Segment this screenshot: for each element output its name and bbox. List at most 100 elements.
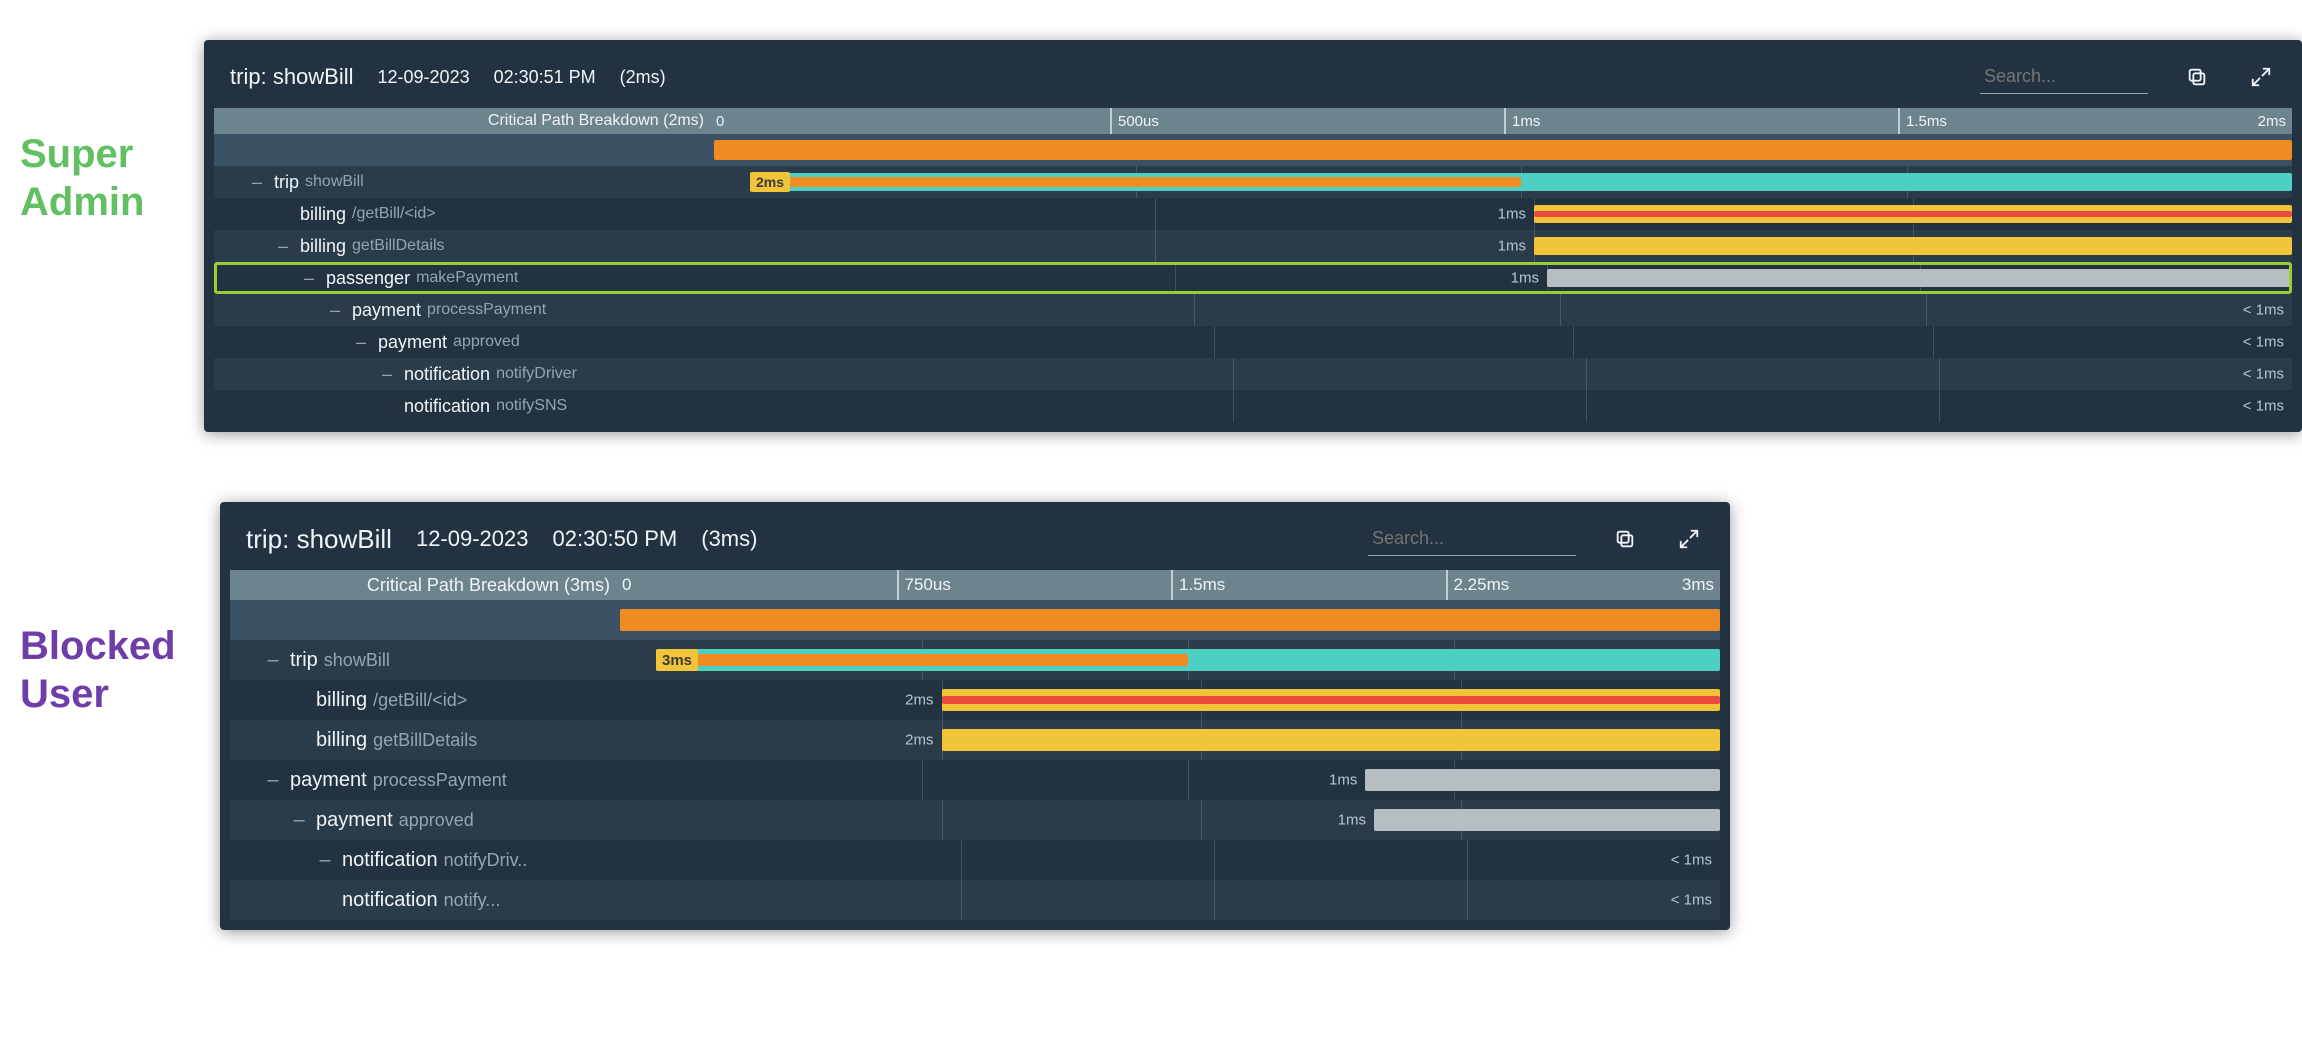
operation-name: /getBill/<id> bbox=[352, 205, 436, 223]
trace-title: trip: showBill bbox=[230, 64, 354, 90]
collapse-toggle[interactable]: – bbox=[380, 364, 394, 385]
duration-label: < 1ms bbox=[2243, 334, 2284, 351]
collapse-toggle[interactable]: – bbox=[354, 332, 368, 353]
expand-button[interactable] bbox=[2246, 62, 2276, 92]
span-bar bbox=[942, 729, 1721, 751]
span-bar-overlay bbox=[942, 696, 1721, 704]
axis-tick: 1.5ms bbox=[1898, 108, 1947, 134]
axis-label: Critical Path Breakdown (2ms) bbox=[214, 108, 716, 134]
span-row[interactable]: notificationnotify...< 1ms bbox=[230, 880, 1720, 920]
collapse-toggle[interactable]: – bbox=[266, 649, 280, 672]
trace-toolbar: trip: showBill 12-09-2023 02:30:50 PM (3… bbox=[230, 512, 1720, 570]
operation-name: processPayment bbox=[427, 301, 546, 319]
axis-ticks: 0500us1ms1.5ms2ms bbox=[716, 108, 2292, 134]
role-label-super-admin: Super Admin bbox=[0, 40, 204, 226]
operation-name: notifyDriv.. bbox=[444, 850, 528, 871]
search-input[interactable] bbox=[1980, 60, 2148, 94]
service-name: payment bbox=[290, 769, 367, 792]
time-axis: Critical Path Breakdown (3ms) 0750us1.5m… bbox=[230, 570, 1720, 600]
span-bar-overlay bbox=[656, 654, 1188, 666]
copy-button[interactable] bbox=[2182, 62, 2212, 92]
operation-name: makePayment bbox=[416, 269, 518, 287]
span-track: 1ms bbox=[776, 198, 2292, 230]
span-label[interactable]: notificationnotify... bbox=[230, 880, 708, 920]
service-name: trip bbox=[274, 172, 299, 193]
span-label[interactable]: –paymentapproved bbox=[214, 326, 854, 358]
collapse-toggle[interactable]: – bbox=[318, 849, 332, 872]
collapse-toggle[interactable]: – bbox=[292, 809, 306, 832]
critical-path-bar bbox=[214, 134, 2292, 166]
duration-label: 1ms bbox=[1511, 270, 1539, 287]
span-row[interactable]: –paymentprocessPayment< 1ms bbox=[214, 294, 2292, 326]
span-row[interactable]: –notificationnotifyDriver< 1ms bbox=[214, 358, 2292, 390]
span-row[interactable]: –paymentapproved1ms bbox=[230, 800, 1720, 840]
span-label[interactable]: notificationnotifySNS bbox=[214, 390, 880, 422]
axis-tick: 500us bbox=[1110, 108, 1159, 134]
collapse-toggle[interactable]: – bbox=[276, 236, 290, 257]
span-label[interactable]: –paymentprocessPayment bbox=[230, 760, 656, 800]
span-track: 3ms bbox=[656, 640, 1720, 680]
span-label[interactable]: –notification notifyDriv.. bbox=[230, 840, 708, 880]
critical-path-span bbox=[714, 140, 2292, 160]
span-bar bbox=[1547, 269, 2292, 287]
copy-button[interactable] bbox=[1610, 524, 1640, 554]
span-track: 1ms bbox=[656, 760, 1720, 800]
span-row[interactable]: –tripshowBill2ms bbox=[214, 166, 2292, 198]
service-name: billing bbox=[316, 729, 367, 752]
span-track: 2ms bbox=[682, 680, 1720, 720]
service-name: notification bbox=[404, 364, 490, 385]
span-label[interactable]: –passenger makePayment bbox=[214, 262, 802, 294]
span-row[interactable]: billing/getBill/<id>2ms bbox=[230, 680, 1720, 720]
span-label[interactable]: –notificationnotifyDriver bbox=[214, 358, 880, 390]
trace-panel-blocked-user: trip: showBill 12-09-2023 02:30:50 PM (3… bbox=[220, 502, 1730, 930]
span-row[interactable]: billing getBillDetails 2ms bbox=[230, 720, 1720, 760]
span-track: 2ms bbox=[682, 720, 1720, 760]
duration-label: 2ms bbox=[905, 732, 933, 749]
span-label[interactable]: billing getBillDetails bbox=[230, 720, 682, 760]
expand-button[interactable] bbox=[1674, 524, 1704, 554]
axis-tick: 0 bbox=[716, 108, 724, 134]
span-row[interactable]: notificationnotifySNS< 1ms bbox=[214, 390, 2292, 422]
span-label[interactable]: –paymentapproved bbox=[230, 800, 682, 840]
time-axis: Critical Path Breakdown (2ms) 0500us1ms1… bbox=[214, 108, 2292, 134]
span-label[interactable]: billing/getBill/<id> bbox=[214, 198, 776, 230]
span-track: < 1ms bbox=[880, 358, 2292, 390]
trace-total-duration: (2ms) bbox=[620, 67, 666, 88]
collapse-toggle[interactable]: – bbox=[302, 268, 316, 289]
axis-ticks: 0750us1.5ms2.25ms3ms bbox=[622, 570, 1720, 600]
span-row[interactable]: –notificationnotifyDriv..< 1ms bbox=[230, 840, 1720, 880]
trace-time: 02:30:50 PM bbox=[553, 526, 678, 552]
span-row[interactable]: billing/getBill/<id>1ms bbox=[214, 198, 2292, 230]
span-row[interactable]: –paymentapproved < 1ms bbox=[214, 326, 2292, 358]
collapse-toggle[interactable]: – bbox=[266, 769, 280, 792]
span-label[interactable]: –billinggetBillDetails bbox=[214, 230, 776, 262]
operation-name: getBillDetails bbox=[352, 237, 444, 255]
span-label[interactable]: billing/getBill/<id> bbox=[230, 680, 682, 720]
service-name: trip bbox=[290, 649, 318, 672]
span-track: < 1ms bbox=[854, 326, 2292, 358]
span-track: < 1ms bbox=[708, 880, 1720, 920]
span-row[interactable]: –billinggetBillDetails1ms bbox=[214, 230, 2292, 262]
span-row[interactable]: –tripshowBill3ms bbox=[230, 640, 1720, 680]
operation-name: getBillDetails bbox=[373, 730, 477, 751]
span-track: 1ms bbox=[682, 800, 1720, 840]
trace-title: trip: showBill bbox=[246, 524, 392, 555]
collapse-toggle[interactable]: – bbox=[328, 300, 342, 321]
service-name: passenger bbox=[326, 268, 410, 289]
collapse-toggle[interactable]: – bbox=[250, 172, 264, 193]
span-bar bbox=[1365, 769, 1720, 791]
span-track: < 1ms bbox=[880, 390, 2292, 422]
critical-path-bar bbox=[230, 600, 1720, 640]
search-input[interactable] bbox=[1368, 522, 1576, 556]
trace-date: 12-09-2023 bbox=[378, 67, 470, 88]
span-row[interactable]: –paymentprocessPayment1ms bbox=[230, 760, 1720, 800]
span-label[interactable]: –paymentprocessPayment bbox=[214, 294, 828, 326]
span-label[interactable]: –trip showBill bbox=[214, 166, 750, 198]
span-rows: –tripshowBill2msbilling/getBill/<id>1ms–… bbox=[214, 166, 2292, 422]
service-name: notification bbox=[342, 849, 438, 872]
trace-time: 02:30:51 PM bbox=[494, 67, 596, 88]
span-row[interactable]: –passenger makePayment 1ms bbox=[214, 262, 2292, 294]
operation-name: showBill bbox=[305, 173, 364, 191]
axis-tick: 0 bbox=[622, 570, 631, 600]
span-label[interactable]: –tripshowBill bbox=[230, 640, 656, 680]
